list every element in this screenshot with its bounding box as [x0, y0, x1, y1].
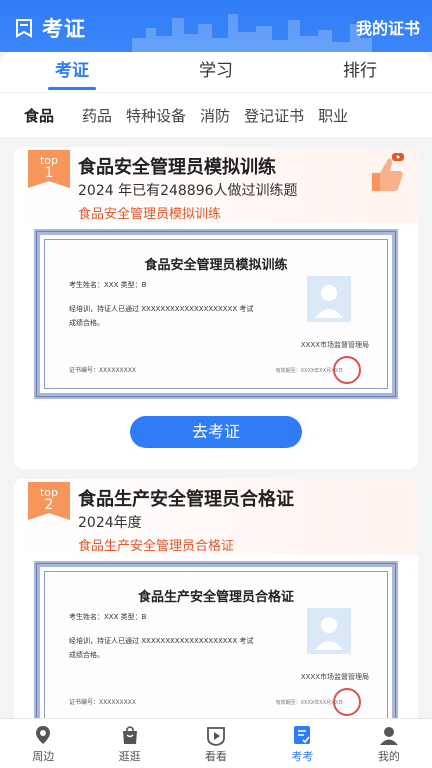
- nav-nearby[interactable]: 周边: [0, 719, 86, 768]
- go-exam-button[interactable]: 去考证: [130, 416, 302, 448]
- thumbs-up-icon: [372, 153, 404, 191]
- nav-browse[interactable]: 逛逛: [86, 719, 172, 768]
- nav-exam[interactable]: 考考: [259, 719, 345, 768]
- certificate-preview: 食品安全管理员模拟训练 考生姓名：XXX 类型：B 经培训，持证人已通过 XXX…: [34, 229, 398, 399]
- location-icon: [36, 726, 51, 744]
- certificate-issuer: XXXX市场监督管理局: [300, 673, 369, 681]
- category-bar: 食品 药品 特种设备 消防 登记证书 职业: [0, 93, 432, 137]
- card-tag: 食品生产安全管理员合格证: [78, 539, 235, 554]
- certificate-preview: 食品生产安全管理员合格证 考生姓名：XXX 类型：B 经培训，持证人已通过 XX…: [34, 561, 398, 731]
- book-icon: [16, 19, 32, 38]
- certificate-text-line: 经培训，持证人已通过 XXXXXXXXXXXXXXXXXXXX 考试: [69, 305, 254, 313]
- tab-study[interactable]: 学习: [144, 52, 288, 92]
- shopping-bag-icon: [122, 726, 137, 744]
- card-subtitle: 2024年度: [78, 515, 142, 531]
- header-title-group: 考证: [14, 13, 86, 43]
- certificate-text-line: 经培训，持证人已通过 XXXXXXXXXXXXXXXXXXXX 考试: [69, 637, 254, 645]
- card-header: top 1 食品安全管理员模拟训练 2024 年已有248896人做过训练题 食…: [14, 147, 418, 223]
- nav-watch[interactable]: 看看: [173, 719, 259, 768]
- profile-icon: [379, 727, 398, 745]
- certificate-date: 有效期至：XXXX年XX月XX日: [275, 368, 343, 374]
- category-occupation[interactable]: 职业: [318, 105, 362, 126]
- exam-icon: [294, 726, 311, 744]
- play-icon: [207, 727, 225, 746]
- certificate-date: 有效期至：XXXX年XX月XX日: [275, 700, 343, 706]
- nav-label: 看看: [205, 750, 228, 763]
- card-subtitle: 2024 年已有248896人做过训练题: [78, 183, 298, 199]
- certificate-body: 食品安全管理员模拟训练 考生姓名：XXX 类型：B 经培训，持证人已通过 XXX…: [44, 239, 388, 389]
- certificate-number: 证书编号：XXXXXXXXX: [69, 699, 136, 706]
- card-title: 食品安全管理员模拟训练: [78, 157, 276, 178]
- certificate-body: 食品生产安全管理员合格证 考生姓名：XXX 类型：B 经培训，持证人已通过 XX…: [44, 571, 388, 721]
- page-title: 考证: [42, 17, 86, 41]
- photo-placeholder-icon: [307, 276, 351, 322]
- rank-badge: top 2: [28, 482, 70, 520]
- top-tabs: 考证 学习 排行: [0, 52, 432, 92]
- card-tag: 食品安全管理员模拟训练: [78, 207, 222, 222]
- exam-card[interactable]: top 1 食品安全管理员模拟训练 2024 年已有248896人做过训练题 食…: [14, 147, 418, 469]
- city-skyline-decoration: [132, 14, 372, 52]
- category-registration-certificate[interactable]: 登记证书: [244, 105, 318, 126]
- rank-number: 2: [44, 497, 54, 513]
- certificate-text-line-2: 成绩合格。: [69, 651, 104, 659]
- photo-placeholder-icon: [307, 608, 351, 654]
- tab-ranking[interactable]: 排行: [288, 52, 432, 92]
- category-special-equipment[interactable]: 特种设备: [126, 105, 200, 126]
- nav-label: 我的: [377, 750, 400, 763]
- certificate-name-line: 考生姓名：XXX 类型：B: [69, 613, 147, 621]
- my-certificates-link[interactable]: 我的证书: [356, 15, 420, 39]
- certificate-issuer: XXXX市场监督管理局: [300, 341, 369, 349]
- card-header: top 2 食品生产安全管理员合格证 2024年度 食品生产安全管理员合格证: [14, 479, 418, 555]
- certificate-name-line: 考生姓名：XXX 类型：B: [69, 281, 147, 289]
- category-drugs[interactable]: 药品: [82, 105, 126, 126]
- certificate-title: 食品安全管理员模拟训练: [144, 258, 288, 273]
- bottom-nav: 周边 逛逛 看看 考考 我的: [0, 718, 432, 768]
- rank-number: 1: [44, 165, 54, 181]
- certificate-title: 食品生产安全管理员合格证: [137, 590, 294, 605]
- nav-label: 考考: [291, 750, 314, 763]
- card-title: 食品生产安全管理员合格证: [78, 489, 294, 510]
- nav-label: 周边: [32, 750, 55, 763]
- certificate-text-line-2: 成绩合格。: [69, 319, 104, 327]
- certificate-number: 证书编号：XXXXXXXXX: [69, 367, 136, 374]
- nav-label: 逛逛: [118, 750, 141, 763]
- category-food[interactable]: 食品: [0, 105, 82, 126]
- tab-exam[interactable]: 考证: [0, 52, 144, 92]
- app-header: 考证 我的证书: [0, 0, 432, 52]
- category-fire[interactable]: 消防: [200, 105, 244, 126]
- rank-badge: top 1: [28, 150, 70, 188]
- nav-profile[interactable]: 我的: [346, 719, 432, 768]
